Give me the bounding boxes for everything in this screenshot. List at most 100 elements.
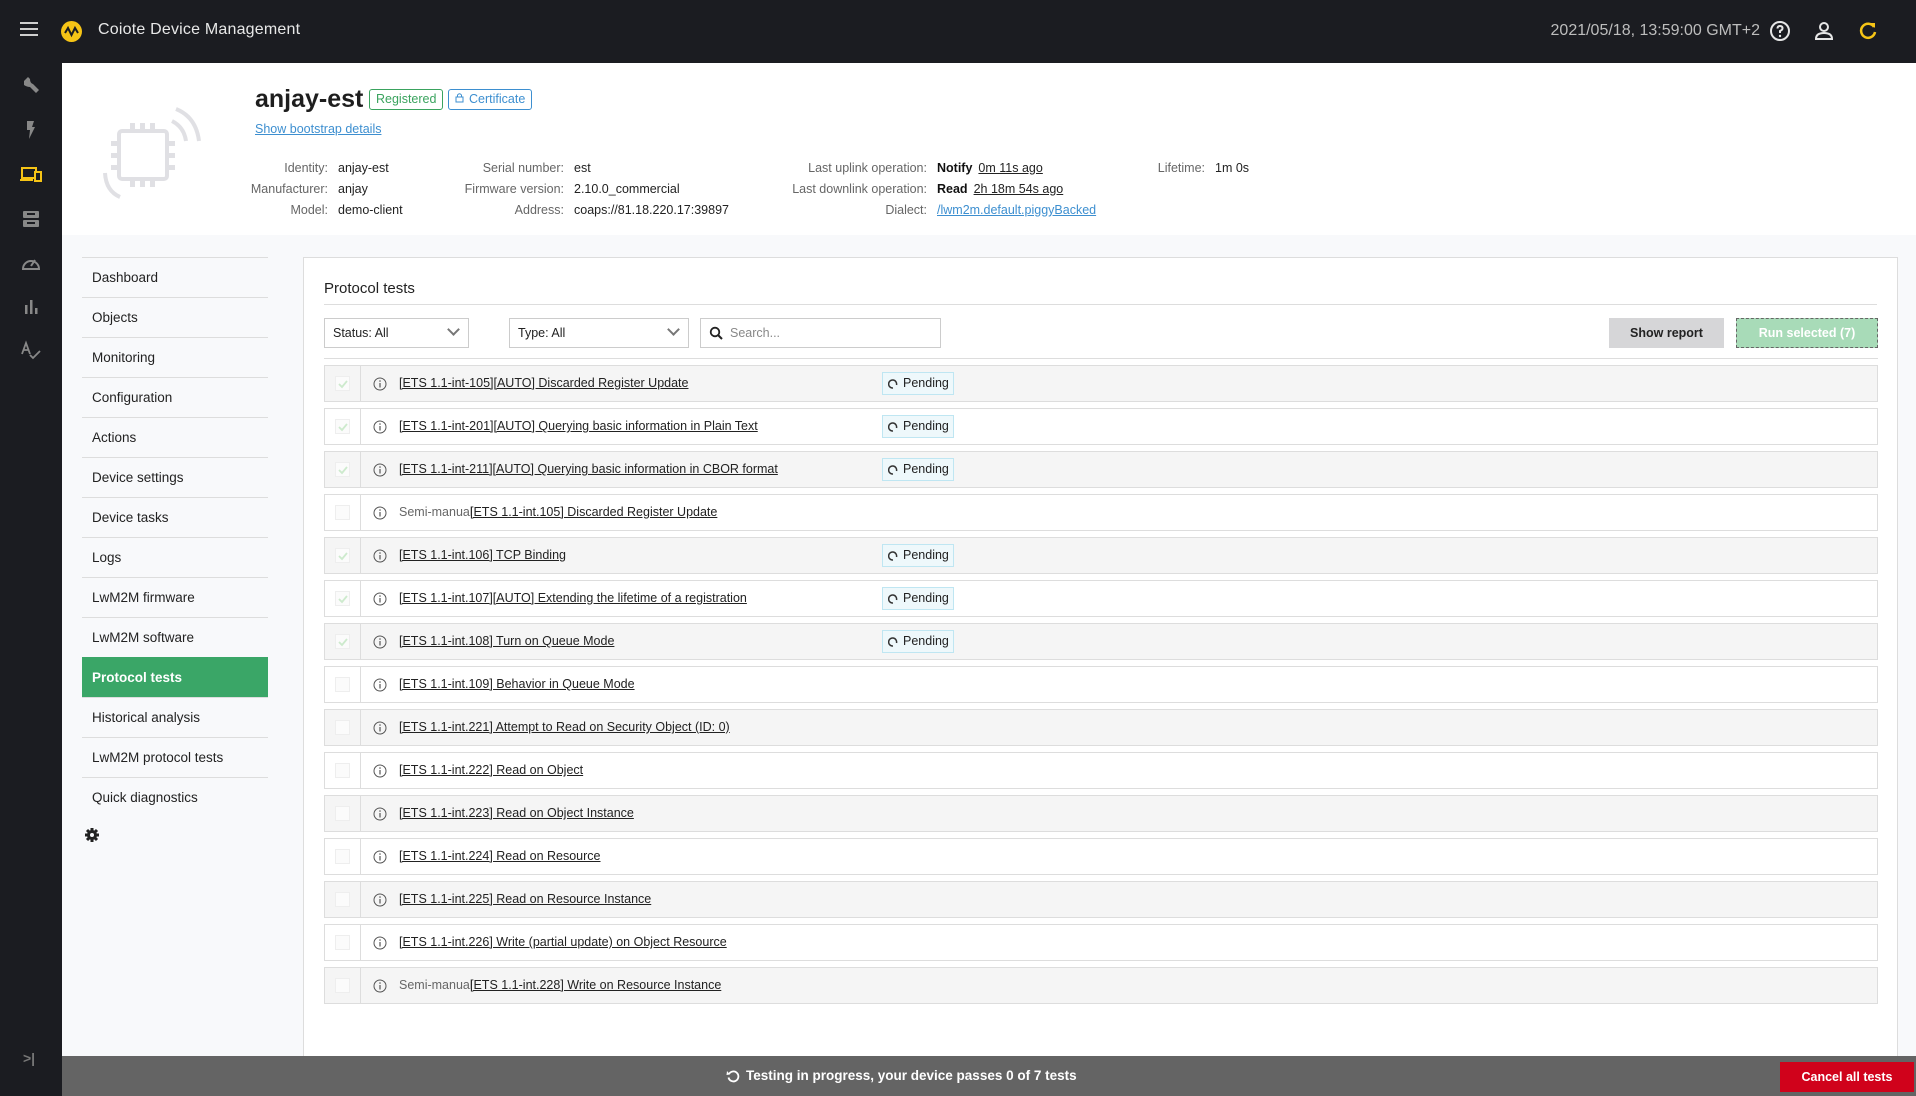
info-icon[interactable] [373, 463, 387, 477]
info-icon[interactable] [373, 506, 387, 520]
test-name-link[interactable]: [ETS 1.1-int.225] Read on Resource Insta… [399, 892, 651, 906]
info-icon[interactable] [373, 420, 387, 434]
test-checkbox[interactable] [335, 935, 350, 950]
test-name-link[interactable]: [ETS 1.1-int.228] Write on Resource Inst… [470, 978, 721, 992]
info-icon[interactable] [373, 592, 387, 606]
test-name-link[interactable]: [ETS 1.1-int.224] Read on Resource [399, 849, 601, 863]
test-checkbox[interactable] [335, 462, 350, 477]
sidebar-item-logs[interactable]: Logs [82, 537, 268, 577]
wrench-icon[interactable] [19, 74, 43, 98]
last-uplink-ago-link[interactable]: 0m 11s ago [978, 161, 1042, 175]
protocol-tests-panel: Protocol tests Status: All Type: All Sho… [303, 257, 1898, 1057]
check-icon [338, 423, 348, 432]
status-filter-select[interactable]: Status: All [324, 318, 469, 348]
gear-icon[interactable] [84, 827, 100, 843]
info-icon[interactable] [373, 893, 387, 907]
manufacturer-label: Manufacturer: [250, 182, 328, 196]
sidebar-item-dashboard[interactable]: Dashboard [82, 257, 268, 297]
test-name-link[interactable]: [ETS 1.1-int.107][AUTO] Extending the li… [399, 591, 747, 605]
test-checkbox[interactable] [335, 892, 350, 907]
cancel-all-tests-button[interactable]: Cancel all tests [1780, 1062, 1914, 1092]
checkbox-cell [325, 839, 361, 874]
certificate-badge[interactable]: Certificate [448, 89, 533, 110]
menu-icon[interactable] [20, 22, 38, 36]
test-checkbox[interactable] [335, 677, 350, 692]
refresh-icon[interactable] [1856, 19, 1880, 43]
info-icon[interactable] [373, 979, 387, 993]
test-checkbox[interactable] [335, 419, 350, 434]
type-filter-select[interactable]: Type: All [509, 318, 689, 348]
info-icon[interactable] [373, 635, 387, 649]
sidebar-item-lwm2m-protocol-tests[interactable]: LwM2M protocol tests [82, 737, 268, 777]
info-icon[interactable] [373, 549, 387, 563]
info-icon[interactable] [373, 807, 387, 821]
test-name-link[interactable]: [ETS 1.1-int.222] Read on Object [399, 763, 583, 777]
test-checkbox[interactable] [335, 591, 350, 606]
test-checkbox[interactable] [335, 763, 350, 778]
sidebar-item-objects[interactable]: Objects [82, 297, 268, 337]
test-name-link[interactable]: [ETS 1.1-int-105][AUTO] Discarded Regist… [399, 376, 688, 390]
show-bootstrap-details-link[interactable]: Show bootstrap details [255, 122, 381, 136]
sidebar-item-actions[interactable]: Actions [82, 417, 268, 457]
test-checkbox[interactable] [335, 849, 350, 864]
search-input[interactable] [730, 319, 930, 347]
speedometer-icon[interactable] [19, 251, 43, 275]
info-icon[interactable] [373, 377, 387, 391]
help-icon[interactable] [1768, 19, 1792, 43]
info-icon[interactable] [373, 850, 387, 864]
test-name-link[interactable]: [ETS 1.1-int-211][AUTO] Querying basic i… [399, 462, 778, 476]
info-icon[interactable] [373, 721, 387, 735]
checkbox-cell [325, 538, 361, 573]
test-list: [ETS 1.1-int-105][AUTO] Discarded Regist… [324, 358, 1878, 1004]
last-downlink-ago-link[interactable]: 2h 18m 54s ago [974, 182, 1064, 196]
info-icon[interactable] [373, 764, 387, 778]
sidebar-item-device-tasks[interactable]: Device tasks [82, 497, 268, 537]
test-checkbox[interactable] [335, 634, 350, 649]
run-selected-button[interactable]: Run selected (7) [1736, 318, 1878, 348]
sidebar-item-lwm2m-software[interactable]: LwM2M software [82, 617, 268, 657]
test-name-link[interactable]: [ETS 1.1-int.109] Behavior in Queue Mode [399, 677, 635, 691]
status-text: Pending [903, 591, 949, 605]
sidebar-item-lwm2m-firmware[interactable]: LwM2M firmware [82, 577, 268, 617]
sidebar-item-quick-diagnostics[interactable]: Quick diagnostics [82, 777, 268, 817]
sidebar-item-protocol-tests[interactable]: Protocol tests [82, 657, 268, 697]
type-filter-value: Type: All [518, 326, 566, 340]
test-checkbox[interactable] [335, 376, 350, 391]
test-name-link[interactable]: [ETS 1.1-int.226] Write (partial update)… [399, 935, 727, 949]
dialect-link[interactable]: /lwm2m.default.piggyBacked [937, 203, 1096, 217]
test-name-link[interactable]: [ETS 1.1-int.108] Turn on Queue Mode [399, 634, 614, 648]
test-checkbox[interactable] [335, 720, 350, 735]
lifetime-label: Lifetime: [1157, 161, 1205, 175]
inbox-icon[interactable] [19, 207, 43, 231]
sidebar-item-historical-analysis[interactable]: Historical analysis [82, 697, 268, 737]
device-info-col3: Last uplink operation: Notify 0m 11s ago L… [762, 158, 1096, 221]
info-icon[interactable] [373, 936, 387, 950]
checkbox-cell [325, 409, 361, 444]
test-checkbox[interactable] [335, 505, 350, 520]
bar-chart-icon[interactable] [19, 295, 43, 319]
test-checkbox[interactable] [335, 548, 350, 563]
device-side-menu: Dashboard Objects Monitoring Configurati… [82, 257, 268, 843]
test-name-link[interactable]: [ETS 1.1-int.106] TCP Binding [399, 548, 566, 562]
test-name-link[interactable]: [ETS 1.1-int.105] Discarded Register Upd… [470, 505, 717, 519]
flash-icon[interactable] [19, 118, 43, 142]
checkbox-cell [325, 495, 361, 530]
sidebar-item-device-settings[interactable]: Device settings [82, 457, 268, 497]
sidebar-item-configuration[interactable]: Configuration [82, 377, 268, 417]
sidebar-item-monitoring[interactable]: Monitoring [82, 337, 268, 377]
checkbox-cell [325, 452, 361, 487]
test-name-link[interactable]: [ETS 1.1-int.221] Attempt to Read on Sec… [399, 720, 730, 734]
devices-icon[interactable] [19, 163, 43, 187]
test-checkbox[interactable] [335, 978, 350, 993]
spellcheck-icon[interactable] [19, 339, 43, 363]
test-name-link[interactable]: [ETS 1.1-int.223] Read on Object Instanc… [399, 806, 634, 820]
manufacturer-value: anjay [338, 182, 368, 196]
checkbox-cell [325, 882, 361, 917]
user-icon[interactable] [1812, 19, 1836, 43]
test-checkbox[interactable] [335, 806, 350, 821]
test-progress-bar: Testing in progress, your device passes … [62, 1056, 1916, 1096]
show-report-button[interactable]: Show report [1609, 318, 1724, 348]
test-name-link[interactable]: [ETS 1.1-int-201][AUTO] Querying basic i… [399, 419, 758, 433]
expand-rail-icon[interactable]: >| [23, 1050, 35, 1066]
info-icon[interactable] [373, 678, 387, 692]
